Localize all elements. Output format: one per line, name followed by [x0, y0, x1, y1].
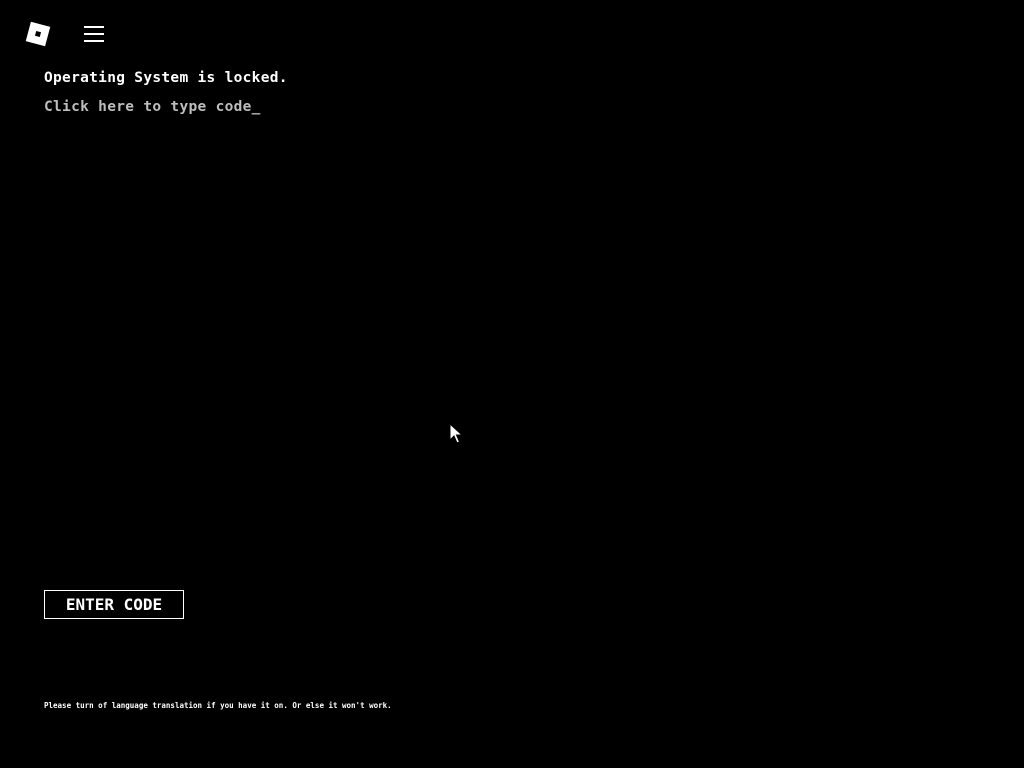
roblox-logo-icon[interactable]: [24, 20, 52, 48]
locked-title: Operating System is locked.: [44, 70, 288, 86]
enter-code-button[interactable]: ENTER CODE: [44, 590, 184, 619]
mouse-pointer-icon: [449, 422, 465, 445]
translation-note: Please turn of language translation if y…: [44, 701, 392, 710]
hamburger-menu-icon[interactable]: [80, 20, 108, 48]
code-input[interactable]: Click here to type code_: [44, 99, 261, 115]
game-screen: Operating System is locked. Click here t…: [0, 0, 1024, 768]
